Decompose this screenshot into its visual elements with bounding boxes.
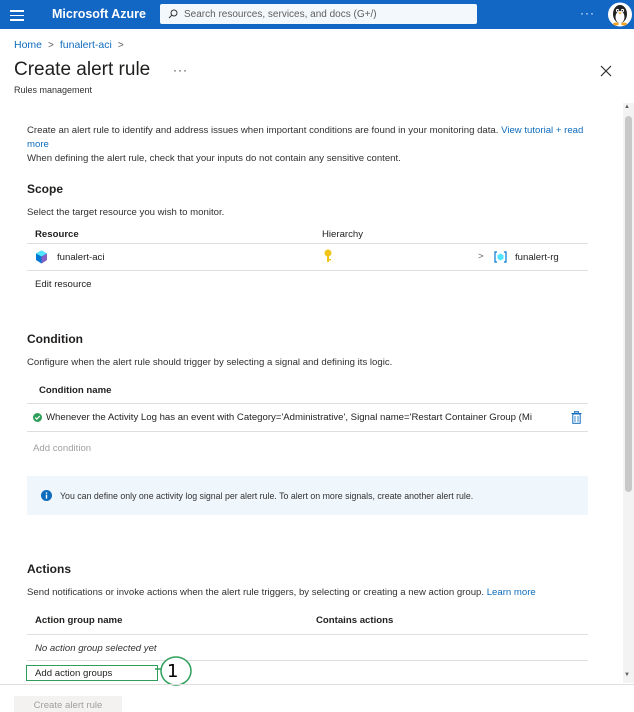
hamburger-menu-icon[interactable] bbox=[10, 7, 24, 21]
check-circle-icon bbox=[33, 413, 42, 422]
callout-number: 1 bbox=[167, 661, 179, 682]
search-icon bbox=[168, 9, 178, 19]
footer-divider bbox=[0, 684, 634, 685]
title-more-button[interactable]: ··· bbox=[173, 63, 188, 77]
highlight-box bbox=[26, 665, 158, 681]
breadcrumb-resource[interactable]: funalert-aci bbox=[60, 39, 112, 51]
brand-name[interactable]: Microsoft Azure bbox=[52, 7, 146, 21]
info-banner-text: You can define only one activity log sig… bbox=[60, 490, 474, 501]
divider bbox=[27, 634, 588, 635]
breadcrumb-separator: > bbox=[48, 39, 54, 51]
edit-resource-link[interactable]: Edit resource bbox=[35, 279, 92, 290]
scope-description: Select the target resource you wish to m… bbox=[27, 207, 225, 218]
actions-description: Send notifications or invoke actions whe… bbox=[27, 587, 536, 598]
global-search[interactable] bbox=[160, 4, 477, 24]
intro-line2: When defining the alert rule, check that… bbox=[27, 153, 401, 164]
divider bbox=[27, 403, 588, 404]
hierarchy-resource-group[interactable]: funalert-rg bbox=[515, 252, 559, 263]
close-icon[interactable] bbox=[599, 64, 613, 78]
top-bar: Microsoft Azure ··· bbox=[0, 0, 634, 29]
empty-action-groups-text: No action group selected yet bbox=[35, 643, 157, 654]
divider bbox=[27, 243, 588, 244]
delete-icon[interactable] bbox=[571, 411, 582, 424]
divider bbox=[27, 431, 588, 432]
contains-actions-column-header: Contains actions bbox=[316, 615, 394, 626]
condition-title: Condition bbox=[27, 332, 83, 346]
page-subtitle: Rules management bbox=[14, 85, 93, 95]
scroll-down-icon[interactable]: ▼ bbox=[624, 672, 630, 678]
condition-link[interactable]: Whenever the Activity Log has an event w… bbox=[46, 412, 568, 423]
actions-title: Actions bbox=[27, 562, 72, 576]
resource-column-header: Resource bbox=[35, 229, 79, 240]
key-icon bbox=[324, 249, 332, 262]
page-title: Create alert rule bbox=[14, 59, 151, 80]
intro-text: Create an alert rule to identify and add… bbox=[27, 124, 587, 166]
scrollbar-thumb[interactable] bbox=[625, 116, 632, 492]
avatar[interactable] bbox=[608, 2, 632, 27]
info-icon bbox=[41, 490, 52, 501]
divider bbox=[27, 660, 588, 661]
topbar-more-button[interactable]: ··· bbox=[580, 6, 595, 20]
create-alert-rule-button[interactable]: Create alert rule bbox=[14, 696, 122, 712]
info-banner: You can define only one activity log sig… bbox=[27, 476, 588, 515]
condition-name-column-header: Condition name bbox=[39, 385, 112, 396]
hierarchy-chevron-icon: > bbox=[478, 251, 484, 262]
learn-more-link[interactable]: Learn more bbox=[487, 587, 536, 598]
scroll-up-icon[interactable]: ▲ bbox=[624, 104, 630, 110]
breadcrumb-separator: > bbox=[117, 39, 124, 51]
intro-line1: Create an alert rule to identify and add… bbox=[27, 125, 499, 136]
breadcrumb: Home > funalert-aci > bbox=[14, 39, 124, 51]
scope-resource-name: funalert-aci bbox=[57, 252, 105, 263]
breadcrumb-home[interactable]: Home bbox=[14, 39, 42, 51]
scope-title: Scope bbox=[27, 182, 64, 196]
actions-description-text: Send notifications or invoke actions whe… bbox=[27, 587, 485, 598]
divider bbox=[27, 270, 588, 271]
container-instance-icon bbox=[36, 250, 47, 264]
resource-group-icon bbox=[494, 251, 507, 263]
hierarchy-column-header: Hierarchy bbox=[322, 229, 364, 240]
condition-description: Configure when the alert rule should tri… bbox=[27, 357, 393, 368]
search-input[interactable] bbox=[184, 8, 464, 20]
action-group-column-header: Action group name bbox=[35, 615, 123, 626]
add-condition-button[interactable]: Add condition bbox=[33, 443, 91, 454]
